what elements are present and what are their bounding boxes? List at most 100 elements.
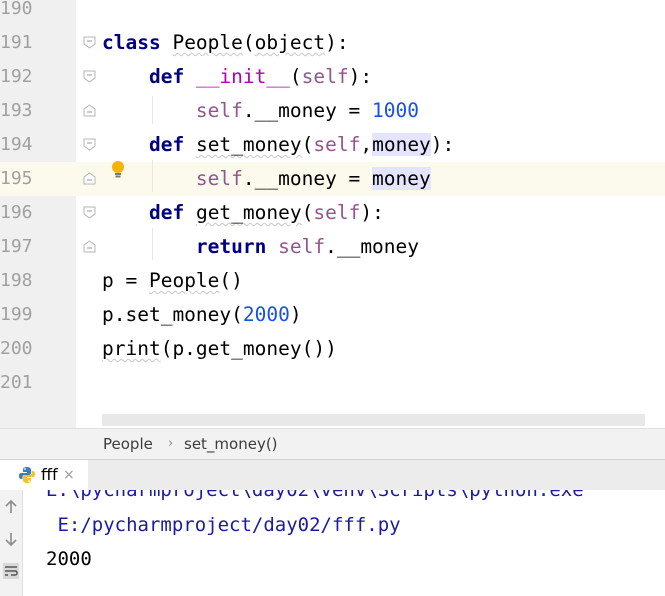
line-number: 199 xyxy=(0,304,33,325)
code-line[interactable]: 193 self.__money = 1000 xyxy=(0,94,665,128)
code-line[interactable]: 196 def get_money(self): xyxy=(0,196,665,230)
code-text: print(p.get_money()) xyxy=(102,332,337,366)
code-text: p = People() xyxy=(102,264,243,298)
code-token: self xyxy=(278,235,326,258)
code-line[interactable]: 198 p = People() xyxy=(0,264,665,298)
arrow-up-icon[interactable] xyxy=(2,498,20,516)
breadcrumb-separator: › xyxy=(168,436,174,451)
code-token: .__money = xyxy=(242,167,373,190)
breadcrumb-item-method[interactable]: set_money() xyxy=(184,429,278,459)
code-line[interactable]: 195 self.__money = money xyxy=(0,162,665,196)
console-command-line-1: E:\pycharmproject\day02\venv\Scripts\pyt… xyxy=(46,490,584,501)
line-number: 194 xyxy=(0,134,33,155)
code-token: ( xyxy=(301,133,314,156)
python-icon xyxy=(19,467,35,483)
code-line[interactable]: 192 def __init__(self): xyxy=(0,60,665,94)
code-token: ( xyxy=(289,65,302,88)
code-token: def xyxy=(148,133,185,156)
indent-guide xyxy=(152,228,153,260)
code-token: ): xyxy=(325,31,349,54)
console-toolbar xyxy=(0,490,23,596)
code-token: People xyxy=(172,31,243,54)
fold-marker-icon[interactable] xyxy=(83,138,96,151)
code-line[interactable]: 191 class People(object): xyxy=(0,26,665,60)
run-tab-bar: fff × xyxy=(0,459,665,491)
code-token: def xyxy=(148,201,185,224)
code-token: set_money xyxy=(195,133,302,156)
code-text: return self.__money xyxy=(102,230,419,264)
code-token: .__money = xyxy=(242,99,373,122)
line-number: 196 xyxy=(0,202,33,223)
intention-bulb-icon[interactable] xyxy=(110,160,126,180)
code-token: self xyxy=(313,133,361,156)
soft-wrap-icon[interactable] xyxy=(2,562,20,580)
horizontal-scrollbar[interactable] xyxy=(102,414,645,426)
run-tab-label: fff xyxy=(41,465,58,484)
code-token: money xyxy=(372,167,431,190)
code-text: def set_money(self,money): xyxy=(102,128,454,162)
code-token: ( xyxy=(301,201,314,224)
code-token: ) xyxy=(289,303,302,326)
line-number: 200 xyxy=(0,338,33,359)
code-token: print xyxy=(102,337,161,360)
line-number: 192 xyxy=(0,66,33,87)
code-editor[interactable]: 190 191 class People(object): 192 def __ini… xyxy=(0,0,665,428)
code-token: (p.get_money()) xyxy=(160,337,337,360)
arrow-down-icon[interactable] xyxy=(2,530,20,548)
code-token: p.set_money( xyxy=(102,303,243,326)
code-token: def xyxy=(148,65,185,88)
breadcrumb-item-class[interactable]: People xyxy=(103,429,153,459)
line-number: 190 xyxy=(0,0,33,19)
fold-marker-icon[interactable] xyxy=(83,206,96,219)
code-token: ): xyxy=(360,201,384,224)
code-token: get_money xyxy=(195,201,302,224)
code-line[interactable]: 201 xyxy=(0,366,665,400)
code-line[interactable]: 200 print(p.get_money()) xyxy=(0,332,665,366)
line-number: 195 xyxy=(0,168,33,189)
breadcrumb: People › set_money() xyxy=(0,428,665,459)
fold-marker-icon[interactable] xyxy=(83,104,96,117)
fold-marker-icon[interactable] xyxy=(83,70,96,83)
code-token: __init__ xyxy=(195,65,290,88)
fold-marker-icon[interactable] xyxy=(83,36,96,49)
console-command-line-2: E:/pycharmproject/day02/fff.py xyxy=(46,514,401,536)
fold-marker-icon[interactable] xyxy=(83,172,96,185)
code-token: self xyxy=(301,65,349,88)
indent-guide xyxy=(152,160,153,192)
code-token: object xyxy=(254,31,326,54)
code-token: ( xyxy=(242,31,255,54)
fold-marker-icon[interactable] xyxy=(83,240,96,253)
code-line[interactable]: 190 xyxy=(0,0,665,26)
run-tab-fff[interactable]: fff × xyxy=(0,460,88,490)
line-number: 197 xyxy=(0,236,33,257)
close-tab-icon[interactable]: × xyxy=(63,460,75,490)
code-token: ): xyxy=(348,65,373,88)
code-token: return xyxy=(195,235,267,258)
code-token: self xyxy=(313,201,361,224)
code-line[interactable]: 199 p.set_money(2000) xyxy=(0,298,665,332)
code-text: def __init__(self): xyxy=(102,60,372,94)
indent-guide xyxy=(152,96,153,124)
code-token: People xyxy=(148,269,220,292)
line-number: 201 xyxy=(0,372,33,393)
console-output-result: 2000 xyxy=(46,548,92,570)
code-line[interactable]: 197 return self.__money xyxy=(0,230,665,264)
code-line[interactable]: 194 def set_money(self,money): xyxy=(0,128,665,162)
code-token: p = xyxy=(102,269,149,292)
code-text: self.__money = 1000 xyxy=(102,94,419,128)
code-token: () xyxy=(219,269,243,292)
run-console[interactable]: E:\pycharmproject\day02\venv\Scripts\pyt… xyxy=(0,490,665,596)
code-token: class xyxy=(102,31,161,54)
code-token: 1000 xyxy=(372,99,419,122)
code-token: self xyxy=(195,99,243,122)
